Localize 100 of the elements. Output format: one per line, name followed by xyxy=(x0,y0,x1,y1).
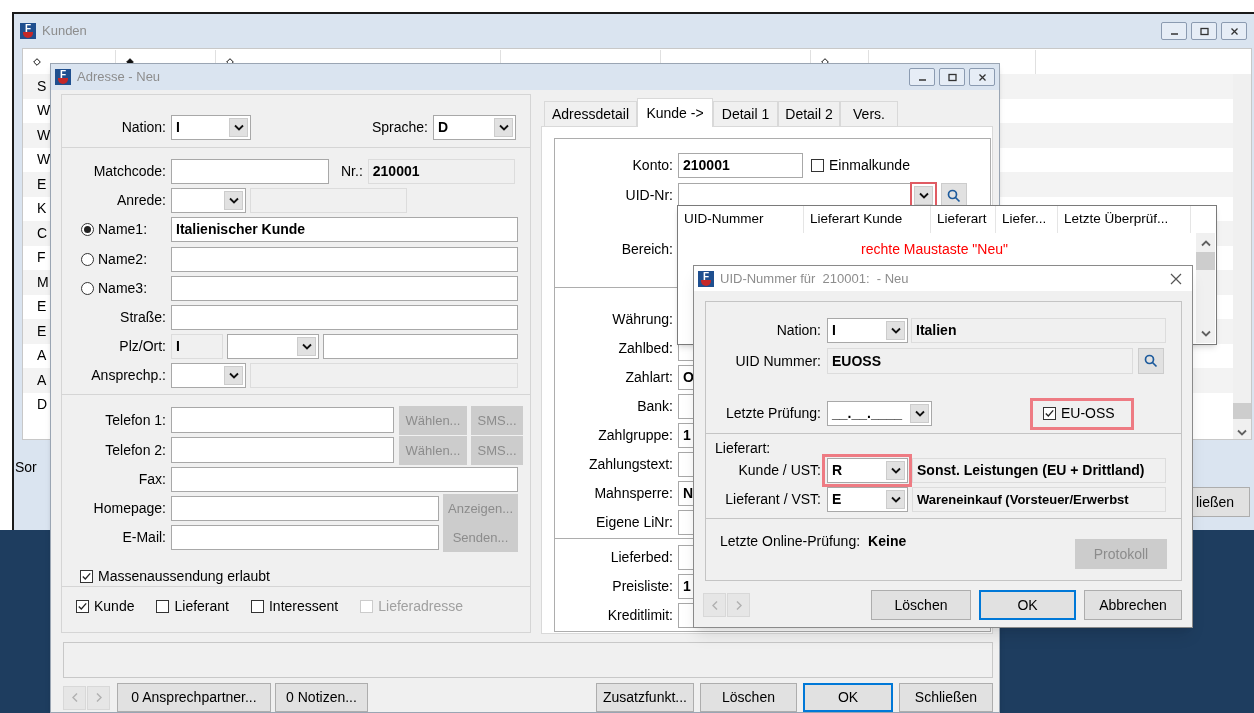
app-logo-icon: F xyxy=(698,270,714,287)
chevron-right-icon xyxy=(94,692,103,703)
delete-button[interactable]: Löschen xyxy=(700,683,797,712)
column-header[interactable]: Lieferart xyxy=(931,206,996,233)
tab[interactable]: Adressdetail xyxy=(544,101,637,126)
field-label: Kreditlimit: xyxy=(606,606,673,625)
field-label: Preisliste: xyxy=(611,577,673,596)
column-header[interactable]: UID-Nummer xyxy=(678,206,804,233)
input-field[interactable] xyxy=(323,334,518,360)
field-label: Kunde / UST: xyxy=(737,461,821,480)
dropdown[interactable] xyxy=(171,363,246,389)
input-field[interactable] xyxy=(171,246,518,272)
tab[interactable]: Vers. xyxy=(840,101,898,126)
contacts-button[interactable]: 0 Ansprechpartner... xyxy=(117,683,271,712)
input-field[interactable] xyxy=(171,467,518,493)
checkmark-icon xyxy=(81,571,92,583)
input-field[interactable] xyxy=(171,159,329,184)
minimize-button[interactable] xyxy=(909,68,935,86)
field-label: UID-Nr: xyxy=(624,186,673,205)
maximize-button[interactable] xyxy=(1191,22,1217,40)
tab[interactable]: Detail 1 xyxy=(713,101,778,126)
dropdown[interactable] xyxy=(171,188,246,214)
window-title: UID-Nummer für 210001: - Neu xyxy=(720,269,909,288)
field-label: Letzte Prüfung: xyxy=(725,404,821,423)
search-icon xyxy=(947,188,961,203)
checkbox[interactable]: Lieferant xyxy=(156,596,229,618)
next-button[interactable] xyxy=(727,593,750,617)
column-header[interactable]: Lieferart Kunde xyxy=(804,206,931,233)
radio-button[interactable]: Name2: xyxy=(81,248,166,270)
minimize-button[interactable] xyxy=(1161,22,1187,40)
dropdown[interactable] xyxy=(227,334,319,360)
cancel-button[interactable]: Abbrechen xyxy=(1084,590,1182,620)
checkbox[interactable]: Kunde xyxy=(76,596,135,618)
scrollbar-thumb[interactable] xyxy=(1196,252,1215,270)
input-field[interactable]: Italienischer Kunde xyxy=(171,217,518,243)
next-button[interactable] xyxy=(87,685,110,710)
field-label: Zahlgruppe: xyxy=(597,426,673,445)
ok-button[interactable]: OK xyxy=(979,590,1076,620)
ok-button[interactable]: OK xyxy=(803,683,893,712)
functions-button[interactable]: Zusatzfunkt... xyxy=(596,683,694,712)
dropdown[interactable]: I xyxy=(171,115,251,140)
maximize-button[interactable] xyxy=(939,68,965,86)
checkbox[interactable]: Massenaussendung erlaubt xyxy=(80,566,270,588)
field-label: Zahlbed: xyxy=(617,339,673,358)
checkmark-icon xyxy=(1044,408,1055,419)
input-field[interactable] xyxy=(171,304,518,330)
readonly-field: I xyxy=(171,334,223,360)
input-field[interactable] xyxy=(171,275,518,301)
field-label: Mahnsperre: xyxy=(593,484,673,503)
delete-button[interactable]: Löschen xyxy=(871,590,971,620)
readonly-field: 210001 xyxy=(367,159,515,184)
field-label: Zahlungstext: xyxy=(587,455,673,474)
checkbox[interactable]: Interessent xyxy=(250,596,339,618)
field-label: E-Mail: xyxy=(121,528,166,548)
hint-text: rechte Maustaste "Neu" xyxy=(860,240,1009,259)
column-header[interactable]: Liefer... xyxy=(996,206,1058,233)
field-value: Keine xyxy=(868,532,907,551)
dropdown[interactable]: D xyxy=(433,115,516,140)
radio-button[interactable]: Name1: xyxy=(81,219,166,241)
column-header[interactable]: Letzte Überprüf... xyxy=(1058,206,1191,233)
scrollbar[interactable] xyxy=(1196,233,1215,343)
checkbox[interactable]: Einmalkunde xyxy=(811,155,910,176)
restore-icon xyxy=(1199,26,1209,36)
input-field[interactable] xyxy=(171,496,439,522)
readonly-field: Italien xyxy=(911,318,1166,343)
field-label: Bank: xyxy=(636,397,673,416)
field-label: Plz/Ort: xyxy=(118,337,166,357)
search-button[interactable] xyxy=(1138,348,1164,374)
close-icon xyxy=(1229,26,1239,36)
close-button[interactable] xyxy=(1221,22,1247,40)
tab[interactable]: Kunde -> xyxy=(637,98,713,127)
close-button[interactable] xyxy=(969,68,995,86)
input-field[interactable] xyxy=(171,407,394,434)
input-field[interactable]: 210001 xyxy=(678,153,803,178)
field-label: Währung: xyxy=(611,310,673,329)
chevron-left-icon xyxy=(710,599,719,611)
notes-button[interactable]: 0 Notizen... xyxy=(275,683,368,712)
scrollbar-thumb[interactable] xyxy=(1233,403,1251,419)
close-button[interactable]: Schließen xyxy=(899,683,993,712)
field-label: Fax: xyxy=(137,470,166,490)
previous-button[interactable] xyxy=(63,685,86,710)
dropdown[interactable]: E xyxy=(827,487,908,512)
field-label: Eigene LiNr: xyxy=(594,513,673,532)
field-label: Nation: xyxy=(775,321,821,340)
radio-button[interactable]: Name3: xyxy=(81,277,166,299)
field-label: Lieferart: xyxy=(714,440,772,456)
field-label: Telefon 2: xyxy=(104,440,166,460)
tab[interactable]: Detail 2 xyxy=(778,101,840,126)
field-label: Bereich: xyxy=(620,240,673,259)
close-icon xyxy=(1170,272,1182,285)
field-label: Letzte Online-Prüfung: xyxy=(720,532,861,551)
field-label: Sprache: xyxy=(371,118,428,137)
chevron-right-icon xyxy=(734,599,743,611)
checkbox[interactable]: EU-OSS xyxy=(1043,403,1115,424)
app-logo-icon: F xyxy=(20,23,36,39)
input-field[interactable] xyxy=(171,437,394,464)
dropdown[interactable]: I xyxy=(827,318,908,343)
previous-button[interactable] xyxy=(703,593,726,617)
dropdown[interactable]: __.__.____ xyxy=(827,401,932,426)
input-field[interactable] xyxy=(171,525,439,551)
